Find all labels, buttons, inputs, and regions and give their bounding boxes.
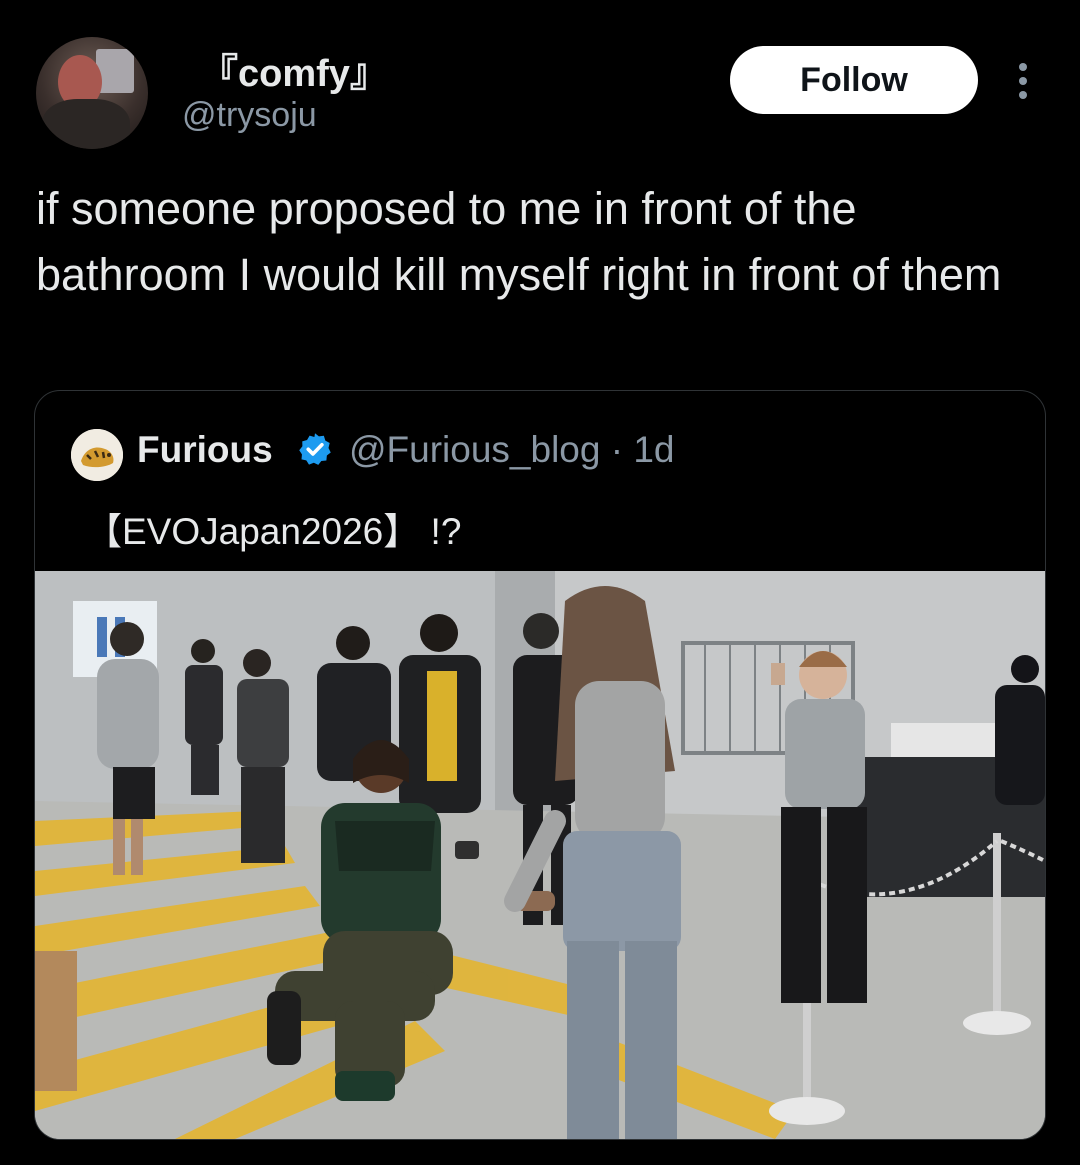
follow-button[interactable]: Follow [730,46,978,114]
quoted-tweet-text: 【EVOJapan2026】 !? [85,511,462,552]
quoted-media-image[interactable] [35,571,1045,1139]
author-display-name[interactable]: 『comfy』 [200,42,388,97]
quoted-handle-time[interactable]: @Furious_blog · 1d [349,429,675,471]
avatar-body [42,99,130,149]
quoted-tweet[interactable]: Furious @Furious_blog · 1d 【EVOJapan2026… [34,390,1046,1140]
proposal-photo [35,571,1045,1139]
verified-badge-icon [299,433,331,465]
quoted-author-name[interactable]: Furious [137,429,273,471]
author-handle[interactable]: @trysoju [182,96,317,135]
tweet-view: 『comfy』 @trysoju Follow if someone propo… [0,0,1080,1165]
tiger-logo-icon [71,429,123,481]
author-avatar[interactable] [36,37,148,149]
tweet-text: if someone proposed to me in front of th… [36,183,1002,300]
more-vertical-icon[interactable] [1012,62,1034,100]
quoted-author-avatar[interactable] [71,429,123,481]
